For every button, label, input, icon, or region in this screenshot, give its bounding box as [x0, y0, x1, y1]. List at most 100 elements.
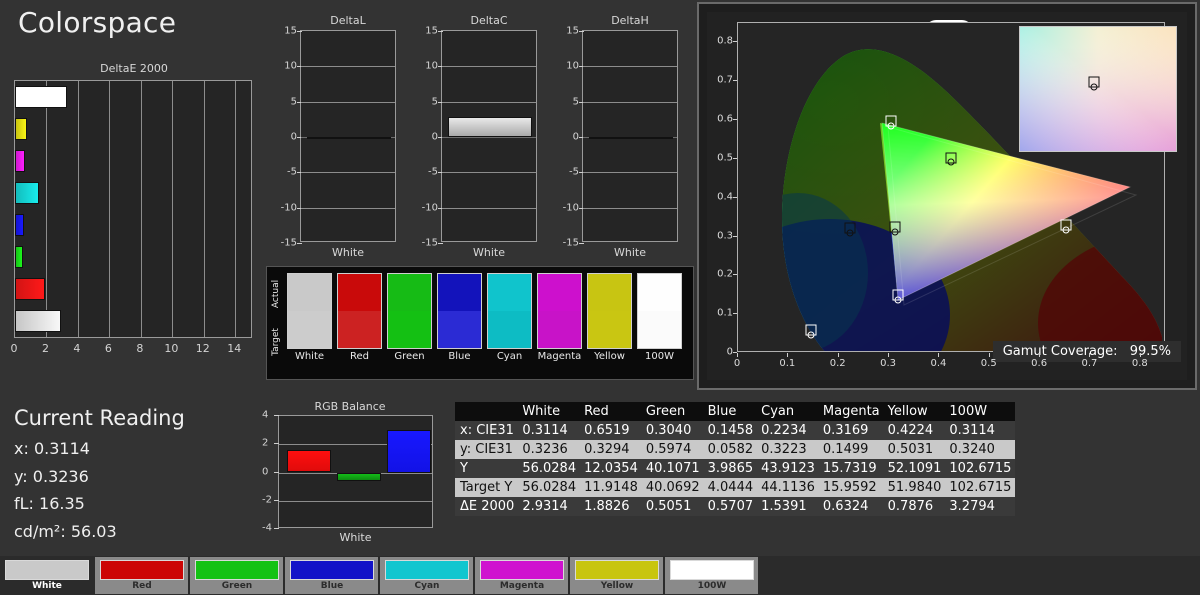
tick-mark: [733, 41, 737, 43]
table-cell: 0.3240: [949, 442, 995, 457]
tick-mark: [1089, 353, 1091, 357]
color-tab-white[interactable]: White: [0, 557, 94, 594]
rgb-bar-blue: [387, 430, 431, 473]
gamut-coverage-label: Gamut Coverage:: [1002, 344, 1118, 359]
deltae-bar: [15, 86, 67, 108]
tick-mark: [733, 235, 737, 237]
color-tab-blue[interactable]: Blue: [285, 557, 379, 594]
deltae-bar: [15, 310, 62, 332]
cie-marker-yellow: [945, 152, 957, 166]
deltah-plot-area: 15 10 5 0 -5 -10 -15: [563, 26, 678, 249]
color-tab-100w[interactable]: 100W: [665, 557, 759, 594]
table-cell: 0.7876: [887, 499, 934, 514]
cie-y-tick: 0.4: [717, 191, 733, 203]
table-row: x: CIE31 0.3114 0.6519 0.3040 0.1458 0.2234 0.…: [455, 421, 1016, 440]
color-tab-label: Blue: [320, 581, 344, 591]
deltaC-y-tick: -15: [421, 237, 438, 249]
color-tab-green[interactable]: Green: [190, 557, 284, 594]
table-column-header: Magenta: [818, 402, 884, 421]
tick-mark: [733, 196, 737, 198]
cie-actual-circle: [846, 229, 854, 237]
tick-mark: [733, 119, 737, 121]
deltal-chart: DeltaL 15 10 5 0 -5 -10 -15 White: [274, 14, 402, 264]
color-tab-cyan[interactable]: Cyan: [380, 557, 474, 594]
deltaL-y-tick: 15: [284, 25, 297, 37]
cie-x-tick: 0.2: [829, 358, 846, 369]
table-cell: 0.5051: [645, 499, 692, 514]
rgb-balance-plot-area: [278, 415, 433, 528]
gridline: [583, 66, 677, 68]
deltaC-bar: [448, 116, 532, 137]
swatch-target: [288, 311, 331, 348]
deltae-bar: [15, 278, 45, 300]
table-cell: 0.3040: [645, 423, 692, 438]
cie-actual-circle: [891, 228, 899, 236]
table-cell: 0.3223: [761, 442, 807, 457]
reading-fl-label: fL:: [14, 494, 34, 514]
table-cell: 0.5707: [707, 499, 754, 514]
deltah-chart: DeltaH 15 10 5 0 -5 -10 -15 White: [556, 14, 684, 264]
reading-cd-label: cd/m²:: [14, 522, 66, 542]
gridline: [301, 66, 395, 68]
deltal-x-label: White: [332, 246, 364, 259]
mini-chroma-marker: [1088, 76, 1100, 91]
gridline: [583, 101, 677, 103]
rgb-balance-chart: RGB Balance 4 2 0 -2 -4 White: [250, 400, 450, 555]
cie-y-tick: 0.3: [717, 230, 733, 242]
swatch-target: [338, 311, 381, 348]
deltaC-y-tick: -5: [428, 166, 438, 178]
reading-cd-row: cd/m²: 56.03: [14, 518, 254, 546]
deltae-x-axis: 0 2 4 6 8 10 12 14: [11, 342, 252, 358]
deltaL-y-tick: -15: [280, 237, 297, 249]
table-cell: 12.0354: [584, 461, 638, 476]
gridline: [301, 207, 395, 209]
gridline: [442, 101, 536, 103]
cie-x-tick: 0.8: [1131, 358, 1148, 369]
tick-mark: [988, 353, 990, 357]
deltae-x-tick: 14: [227, 342, 242, 355]
gridline: [583, 207, 677, 209]
swatch-target: [438, 311, 481, 348]
tick-mark: [579, 243, 584, 244]
deltaC-y-tick: 10: [425, 60, 438, 72]
color-tab-yellow[interactable]: Yellow: [570, 557, 664, 594]
swatch-column: White: [287, 273, 332, 365]
tick-mark: [837, 353, 839, 357]
swatch-actual-label: Actual: [271, 279, 281, 309]
measurement-table-body: x: CIE31 0.3114 0.6519 0.3040 0.1458 0.2234 0.…: [455, 421, 1016, 516]
table-cell: 1.5391: [761, 499, 807, 514]
cie-chromaticity-chart: xy SOOMAL S: [697, 2, 1197, 390]
swatch-actual: [288, 274, 331, 311]
color-tab-label: Red: [132, 581, 152, 591]
color-tab-red[interactable]: Red: [95, 557, 189, 594]
table-cell: 15.7319: [822, 461, 877, 476]
current-reading-panel: Current Reading x: 0.3114 y: 0.3236 fL: …: [14, 406, 254, 546]
rgb-balance-x-label: White: [339, 531, 372, 544]
table-cell: 0.2234: [761, 423, 807, 438]
swatch-actual: [338, 274, 381, 311]
swatch-target: [538, 311, 581, 348]
table-cell: 0.3169: [822, 423, 869, 438]
deltaH-y-tick: -10: [562, 202, 579, 214]
mini-chroma-actual-circle: [1090, 83, 1098, 91]
table-cell: 0.6324: [822, 499, 869, 514]
deltaH-y-tick: 15: [566, 25, 579, 37]
reading-fl-row: fL: 16.35: [14, 490, 254, 518]
tick-mark: [888, 353, 890, 357]
tick-mark: [733, 80, 737, 82]
rgb-bar-green: [337, 472, 381, 481]
table-column-header: Blue: [703, 402, 758, 421]
table-cell: 0.0582: [707, 442, 754, 457]
cie-x-tick: 0.5: [980, 358, 997, 369]
table-cell: 40.0692: [645, 480, 700, 495]
tick-mark: [1139, 353, 1141, 357]
swatch-box: [337, 273, 382, 349]
reading-x-row: x: 0.3114: [14, 435, 254, 463]
cie-y-tick: 0.1: [717, 307, 733, 319]
swatch-column: Magenta: [537, 273, 582, 365]
table-row-header: Y: [460, 461, 468, 476]
table-row-header: x: CIE31: [460, 423, 514, 438]
table-row-header: Target Y: [460, 480, 513, 495]
color-tab-magenta[interactable]: Magenta: [475, 557, 569, 594]
deltaL-bar: [307, 136, 391, 139]
